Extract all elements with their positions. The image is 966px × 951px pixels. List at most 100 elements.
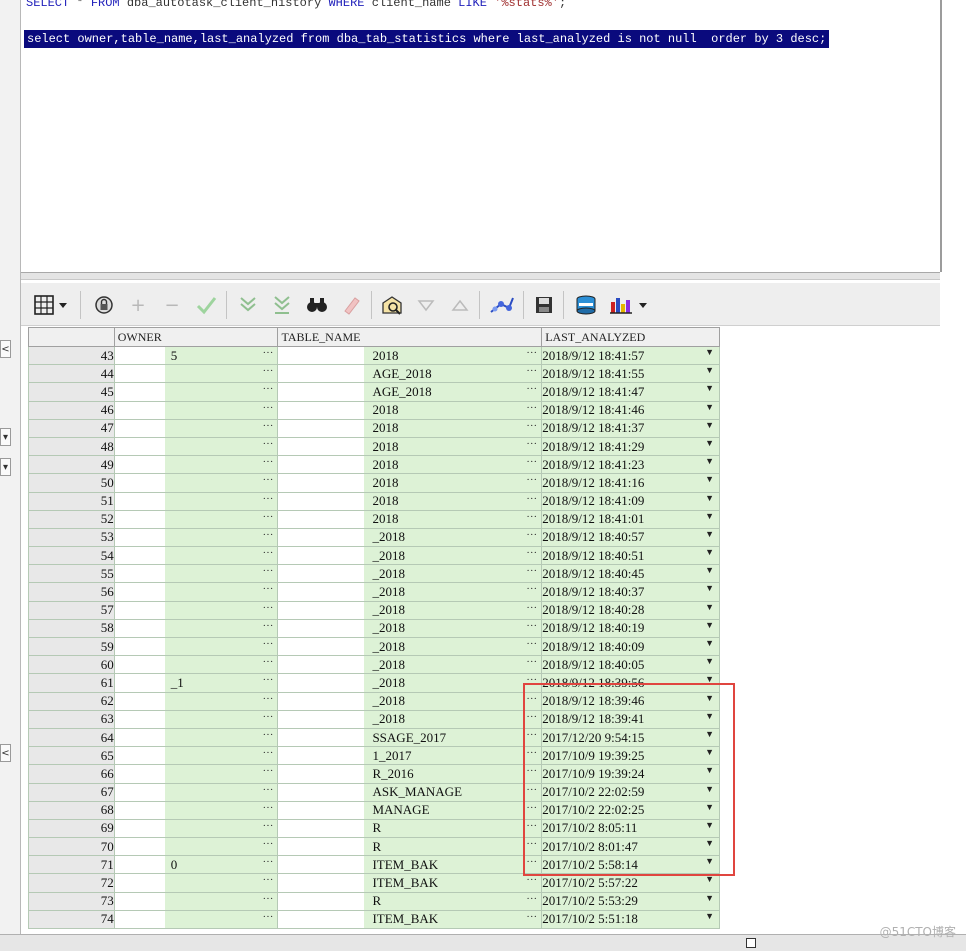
sort-up-icon[interactable] [447, 292, 473, 318]
dropdown-arrow-icon[interactable]: ▾ [0, 428, 11, 446]
table-row[interactable]: 63 ··· _2018 ··· 2018/9/12 18:39:41 ▼ [28, 709, 720, 729]
ellipsis-icon[interactable]: ··· [526, 348, 537, 359]
row-number[interactable]: 56 [28, 582, 115, 602]
dropdown-arrow-icon[interactable]: ▼ [705, 639, 714, 648]
table-row[interactable]: 57 ··· _2018 ··· 2018/9/12 18:40:28 ▼ [28, 600, 720, 620]
table-row[interactable]: 46 ··· 2018 ··· 2018/9/12 18:41:46 ▼ [28, 400, 720, 420]
table-name-cell[interactable]: _2018 ··· [277, 709, 543, 729]
table-name-cell[interactable]: R_2016 ··· [277, 764, 543, 784]
table-name-cell[interactable]: _2018 ··· [277, 600, 543, 620]
row-number[interactable]: 70 [28, 837, 115, 857]
dropdown-arrow-icon[interactable]: ▼ [705, 548, 714, 557]
dropdown-arrow-icon[interactable]: ▼ [705, 729, 714, 738]
dropdown-arrow-icon[interactable]: ▾ [0, 458, 11, 476]
ellipsis-icon[interactable]: ··· [262, 766, 273, 777]
owner-cell[interactable]: ··· [113, 909, 279, 930]
ellipsis-icon[interactable]: ··· [262, 493, 273, 504]
last-analyzed-cell[interactable]: 2018/9/12 18:39:46 ▼ [541, 691, 720, 711]
ellipsis-icon[interactable]: ··· [262, 384, 273, 395]
owner-cell[interactable]: ··· [113, 873, 279, 893]
last-analyzed-cell[interactable]: 2017/10/2 5:53:29 ▼ [541, 891, 720, 911]
last-analyzed-cell[interactable]: 2018/9/12 18:40:51 ▼ [541, 546, 720, 566]
ellipsis-icon[interactable]: ··· [262, 893, 273, 904]
dropdown-arrow-icon[interactable]: ▼ [705, 911, 714, 920]
ellipsis-icon[interactable]: ··· [526, 529, 537, 540]
ellipsis-icon[interactable]: ··· [262, 839, 273, 850]
dropdown-arrow-icon[interactable]: ▼ [705, 620, 714, 629]
owner-cell[interactable]: ··· [113, 509, 279, 529]
column-header-last-analyzed[interactable]: LAST_ANALYZED [541, 327, 720, 347]
dropdown-arrow-icon[interactable]: ▼ [705, 675, 714, 684]
ellipsis-icon[interactable]: ··· [262, 639, 273, 650]
table-name-cell[interactable]: _2018 ··· [277, 691, 543, 711]
ellipsis-icon[interactable]: ··· [526, 766, 537, 777]
ellipsis-icon[interactable]: ··· [262, 911, 273, 922]
table-name-cell[interactable]: _2018 ··· [277, 564, 543, 584]
last-analyzed-cell[interactable]: 2018/9/12 18:41:09 ▼ [541, 491, 720, 511]
fetch-last-icon[interactable] [269, 292, 295, 318]
owner-cell[interactable]: ··· [113, 418, 279, 438]
owner-cell[interactable]: ··· [113, 709, 279, 729]
table-row[interactable]: 64 ··· SSAGE_2017 ··· 2017/12/20 9:54:15 ▼ [28, 727, 720, 748]
dropdown-arrow-icon[interactable]: ▼ [705, 366, 714, 375]
row-number[interactable]: 60 [28, 655, 115, 675]
last-analyzed-cell[interactable]: 2018/9/12 18:41:47 ▼ [541, 382, 720, 402]
ellipsis-icon[interactable]: ··· [262, 548, 273, 559]
ellipsis-icon[interactable]: ··· [526, 620, 537, 631]
last-analyzed-cell[interactable]: 2018/9/12 18:41:29 ▼ [541, 436, 720, 457]
table-name-cell[interactable]: MANAGE ··· [277, 800, 543, 820]
dropdown-arrow-icon[interactable]: ▼ [705, 693, 714, 702]
dropdown-arrow-icon[interactable]: ▼ [705, 657, 714, 666]
owner-cell[interactable]: ··· [113, 891, 279, 911]
ellipsis-icon[interactable]: ··· [526, 911, 537, 922]
table-row[interactable]: 67 ··· ASK_MANAGE ··· 2017/10/2 22:02:59 ▼ [28, 782, 720, 802]
dropdown-arrow-icon[interactable]: ▼ [705, 584, 714, 593]
ellipsis-icon[interactable]: ··· [526, 729, 537, 740]
ellipsis-icon[interactable]: ··· [526, 566, 537, 577]
ellipsis-icon[interactable]: ··· [262, 693, 273, 704]
last-analyzed-cell[interactable]: 2017/10/2 8:01:47 ▼ [541, 837, 720, 857]
table-row[interactable]: 58 ··· _2018 ··· 2018/9/12 18:40:19 ▼ [28, 618, 720, 639]
table-row[interactable]: 66 ··· R_2016 ··· 2017/10/9 19:39:24 ▼ [28, 764, 720, 784]
save-icon[interactable] [531, 292, 557, 318]
last-analyzed-cell[interactable]: 2018/9/12 18:39:56 ▼ [541, 673, 720, 693]
dropdown-arrow-icon[interactable]: ▼ [705, 711, 714, 720]
owner-cell[interactable]: ··· [113, 473, 279, 493]
table-row[interactable]: 70 ··· R ··· 2017/10/2 8:01:47 ▼ [28, 837, 720, 857]
row-number[interactable]: 52 [28, 509, 115, 529]
chart-icon[interactable] [607, 292, 651, 318]
ellipsis-icon[interactable]: ··· [262, 875, 273, 886]
table-row[interactable]: 47 ··· 2018 ··· 2018/9/12 18:41:37 ▼ [28, 418, 720, 438]
row-number[interactable]: 62 [28, 691, 115, 711]
table-name-cell[interactable]: _2018 ··· [277, 673, 543, 693]
ellipsis-icon[interactable]: ··· [262, 657, 273, 668]
owner-cell[interactable]: ··· [113, 600, 279, 620]
dropdown-arrow-icon[interactable]: ▼ [705, 384, 714, 393]
row-number[interactable]: 57 [28, 600, 115, 620]
collapse-arrow-icon[interactable]: < [0, 744, 11, 762]
collapse-arrow-icon[interactable]: < [0, 340, 11, 358]
dropdown-arrow-icon[interactable]: ▼ [705, 875, 714, 884]
owner-cell[interactable]: ··· [113, 455, 279, 475]
table-name-cell[interactable]: 2018 ··· [277, 418, 543, 438]
last-analyzed-cell[interactable]: 2018/9/12 18:40:05 ▼ [541, 655, 720, 675]
row-number[interactable]: 67 [28, 782, 115, 802]
ellipsis-icon[interactable]: ··· [262, 475, 273, 486]
ellipsis-icon[interactable]: ··· [526, 475, 537, 486]
ellipsis-icon[interactable]: ··· [526, 438, 537, 449]
dropdown-arrow-icon[interactable]: ▼ [705, 348, 714, 357]
ellipsis-icon[interactable]: ··· [526, 802, 537, 813]
table-name-cell[interactable]: _2018 ··· [277, 655, 543, 675]
ellipsis-icon[interactable]: ··· [262, 420, 273, 431]
column-header-table-name[interactable]: TABLE_NAME [277, 327, 543, 347]
table-name-cell[interactable]: R ··· [277, 818, 543, 839]
owner-cell[interactable]: ··· [113, 727, 279, 748]
sort-down-icon[interactable] [413, 292, 439, 318]
dropdown-arrow-icon[interactable]: ▼ [705, 820, 714, 829]
ellipsis-icon[interactable]: ··· [526, 420, 537, 431]
row-number[interactable]: 54 [28, 546, 115, 566]
table-name-cell[interactable]: R ··· [277, 891, 543, 911]
export-icon[interactable] [573, 292, 599, 318]
ellipsis-icon[interactable]: ··· [526, 857, 537, 868]
last-analyzed-cell[interactable]: 2017/10/9 19:39:24 ▼ [541, 764, 720, 784]
